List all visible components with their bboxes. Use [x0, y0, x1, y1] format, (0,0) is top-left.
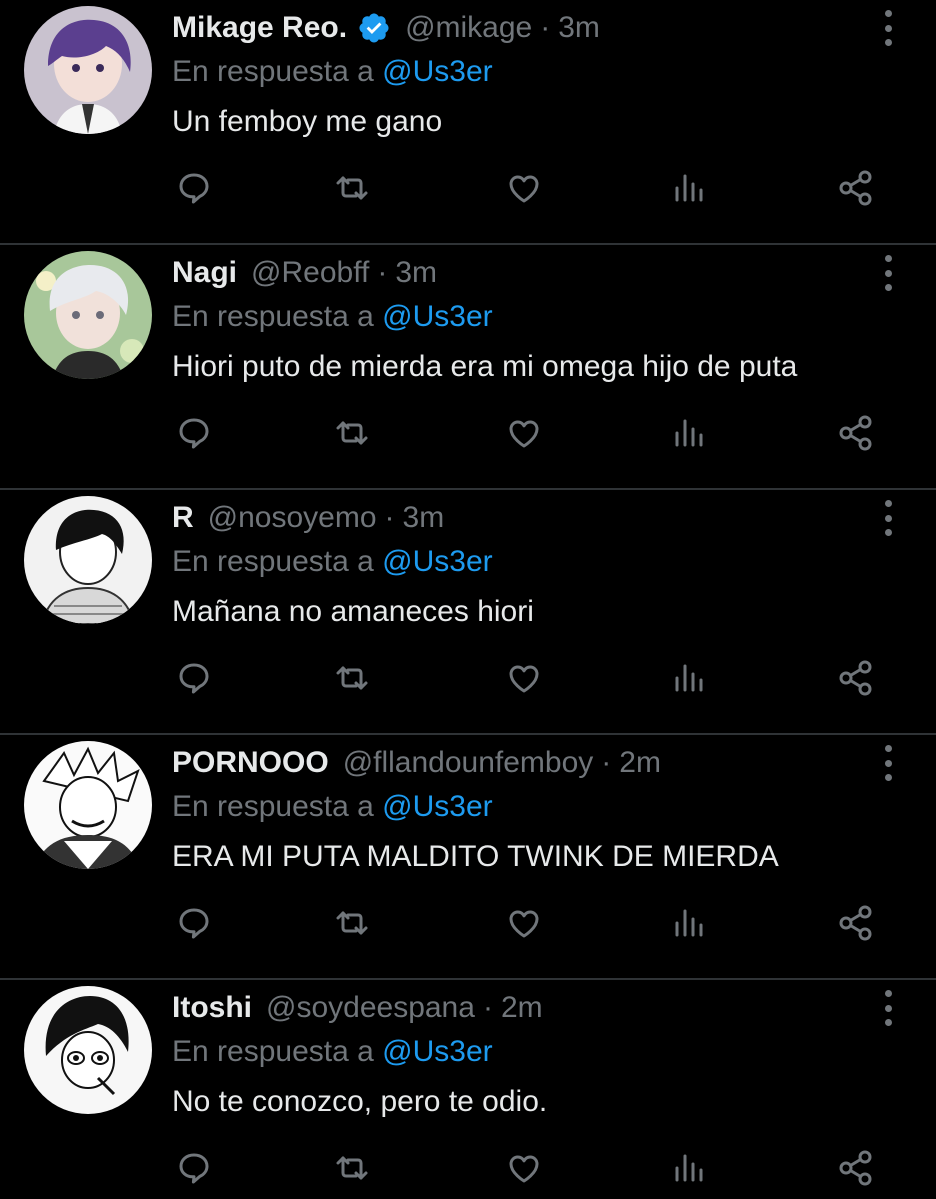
reply-icon[interactable]: [172, 656, 216, 700]
tweet-text: Un femboy me gano: [172, 105, 443, 138]
reply-icon[interactable]: [172, 901, 216, 945]
reply-icon[interactable]: [172, 166, 216, 210]
timestamp[interactable]: 2m: [501, 991, 543, 1025]
verified-badge-icon: [357, 11, 391, 45]
tweet-header: Nagi @Reobff · 3m: [172, 253, 866, 293]
reply-prefix: En respuesta a: [172, 55, 374, 88]
share-icon[interactable]: [834, 901, 878, 945]
reply-context: En respuesta a @Us3er: [172, 1030, 866, 1074]
more-icon[interactable]: [876, 745, 900, 781]
like-icon[interactable]: [502, 166, 546, 210]
reply-mention-link[interactable]: @Us3er: [382, 545, 492, 578]
avatar[interactable]: [24, 741, 152, 869]
reply-context: En respuesta a @Us3er: [172, 540, 866, 584]
action-bar: [172, 411, 876, 455]
avatar[interactable]: [24, 986, 152, 1114]
action-bar: [172, 1146, 876, 1190]
more-icon[interactable]: [876, 255, 900, 291]
reply-mention-link[interactable]: @Us3er: [382, 300, 492, 333]
separator-dot: ·: [482, 991, 493, 1024]
tweet-body: R @nosoyemo · 3m En respuesta a @Us3er M…: [172, 498, 866, 632]
tweet[interactable]: Mikage Reo. @mikage · 3m En respuesta a …: [0, 0, 936, 245]
retweet-icon[interactable]: [330, 1146, 374, 1190]
views-icon[interactable]: [668, 411, 712, 455]
more-icon[interactable]: [876, 990, 900, 1026]
tweet-header: R @nosoyemo · 3m: [172, 498, 866, 538]
like-icon[interactable]: [502, 656, 546, 700]
tweet-text: ERA MI PUTA MALDITO TWINK DE MIERDA: [172, 840, 779, 873]
display-name[interactable]: PORNOOO: [172, 746, 329, 780]
tweet-body: Itoshi @soydeespana · 2m En respuesta a …: [172, 988, 866, 1122]
share-icon[interactable]: [834, 166, 878, 210]
reply-feed: Mikage Reo. @mikage · 3m En respuesta a …: [0, 0, 936, 1199]
views-icon[interactable]: [668, 1146, 712, 1190]
retweet-icon[interactable]: [330, 411, 374, 455]
avatar[interactable]: [24, 6, 152, 134]
separator-dot: ·: [384, 501, 395, 534]
timestamp[interactable]: 2m: [619, 746, 661, 780]
tweet-text: Mañana no amaneces hiori: [172, 595, 534, 628]
reply-icon[interactable]: [172, 1146, 216, 1190]
share-icon[interactable]: [834, 1146, 878, 1190]
display-name[interactable]: R: [172, 501, 194, 535]
handle[interactable]: @soydeespana: [266, 991, 475, 1025]
retweet-icon[interactable]: [330, 901, 374, 945]
more-icon[interactable]: [876, 500, 900, 536]
reply-prefix: En respuesta a: [172, 300, 374, 333]
reply-prefix: En respuesta a: [172, 545, 374, 578]
tweet[interactable]: Nagi @Reobff · 3m En respuesta a @Us3er …: [0, 245, 936, 490]
separator-dot: ·: [601, 746, 612, 779]
views-icon[interactable]: [668, 166, 712, 210]
action-bar: [172, 166, 876, 210]
avatar[interactable]: [24, 251, 152, 379]
like-icon[interactable]: [502, 901, 546, 945]
reply-context: En respuesta a @Us3er: [172, 50, 866, 94]
reply-prefix: En respuesta a: [172, 1035, 374, 1068]
reply-mention-link[interactable]: @Us3er: [382, 790, 492, 823]
reply-context: En respuesta a @Us3er: [172, 295, 866, 339]
handle[interactable]: @mikage: [405, 11, 532, 45]
action-bar: [172, 656, 876, 700]
timestamp[interactable]: 3m: [395, 256, 437, 290]
avatar[interactable]: [24, 496, 152, 624]
display-name[interactable]: Mikage Reo.: [172, 11, 347, 45]
timestamp[interactable]: 3m: [403, 501, 445, 535]
tweet-text: No te conozco, pero te odio.: [172, 1085, 548, 1118]
reply-prefix: En respuesta a: [172, 790, 374, 823]
like-icon[interactable]: [502, 411, 546, 455]
tweet-header: PORNOOO @fllandounfemboy · 2m: [172, 743, 866, 783]
tweet[interactable]: Itoshi @soydeespana · 2m En respuesta a …: [0, 980, 936, 1199]
tweet[interactable]: PORNOOO @fllandounfemboy · 2m En respues…: [0, 735, 936, 980]
tweet[interactable]: R @nosoyemo · 3m En respuesta a @Us3er M…: [0, 490, 936, 735]
separator-dot: ·: [377, 256, 388, 289]
reply-icon[interactable]: [172, 411, 216, 455]
reply-mention-link[interactable]: @Us3er: [382, 55, 492, 88]
tweet-header: Mikage Reo. @mikage · 3m: [172, 8, 866, 48]
handle[interactable]: @Reobff: [251, 256, 369, 290]
retweet-icon[interactable]: [330, 166, 374, 210]
retweet-icon[interactable]: [330, 656, 374, 700]
tweet-text: Hiori puto de mierda era mi omega hijo d…: [172, 350, 798, 383]
share-icon[interactable]: [834, 656, 878, 700]
views-icon[interactable]: [668, 901, 712, 945]
tweet-body: Nagi @Reobff · 3m En respuesta a @Us3er …: [172, 253, 866, 387]
views-icon[interactable]: [668, 656, 712, 700]
separator-dot: ·: [540, 11, 551, 44]
share-icon[interactable]: [834, 411, 878, 455]
tweet-header: Itoshi @soydeespana · 2m: [172, 988, 866, 1028]
display-name[interactable]: Nagi: [172, 256, 237, 290]
tweet-body: Mikage Reo. @mikage · 3m En respuesta a …: [172, 8, 866, 142]
timestamp[interactable]: 3m: [558, 11, 600, 45]
more-icon[interactable]: [876, 10, 900, 46]
like-icon[interactable]: [502, 1146, 546, 1190]
handle[interactable]: @fllandounfemboy: [343, 746, 594, 780]
action-bar: [172, 901, 876, 945]
reply-mention-link[interactable]: @Us3er: [382, 1035, 492, 1068]
display-name[interactable]: Itoshi: [172, 991, 252, 1025]
reply-context: En respuesta a @Us3er: [172, 785, 866, 829]
handle[interactable]: @nosoyemo: [208, 501, 377, 535]
tweet-body: PORNOOO @fllandounfemboy · 2m En respues…: [172, 743, 866, 877]
